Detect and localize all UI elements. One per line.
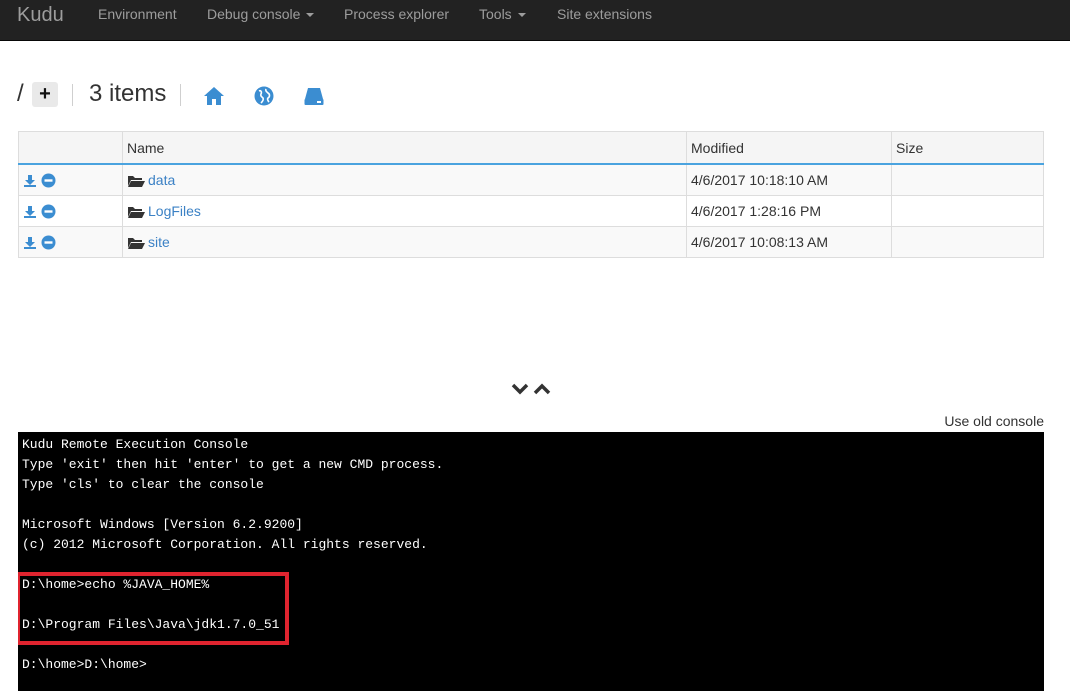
size-cell: [891, 226, 1044, 258]
caret-down-icon: [517, 13, 526, 18]
chevron-down-icon[interactable]: [511, 381, 529, 397]
folder-open-icon: [128, 176, 145, 188]
add-button[interactable]: +: [32, 82, 58, 107]
nav-site-extensions-label: Site extensions: [557, 6, 652, 22]
folder-link[interactable]: data: [148, 172, 175, 188]
folder-open-icon: [128, 238, 145, 250]
drive-icon[interactable]: [303, 85, 325, 107]
download-icon[interactable]: [23, 174, 37, 188]
row-actions: [18, 195, 123, 227]
folder-open-icon: [128, 207, 145, 219]
caret-down-icon: [306, 13, 315, 18]
modified-cell: 4/6/2017 10:08:13 AM: [686, 226, 892, 258]
console-line: Kudu Remote Execution Console: [22, 437, 249, 452]
nav-environment-label: Environment: [98, 6, 177, 22]
modified-cell: 4/6/2017 1:28:16 PM: [686, 195, 892, 227]
nav-tools[interactable]: Tools: [479, 0, 526, 29]
console-prompt-line[interactable]: D:\home>D:\home>: [22, 655, 147, 675]
top-navbar: Kudu Environment Debug console Process e…: [0, 0, 1070, 41]
file-name-cell: LogFiles: [122, 195, 687, 227]
folder-link[interactable]: site: [148, 234, 170, 250]
delete-icon[interactable]: [41, 235, 56, 250]
kudu-logo[interactable]: Kudu: [17, 1, 64, 29]
nav-process-explorer[interactable]: Process explorer: [344, 0, 449, 29]
table-row: LogFiles 4/6/2017 1:28:16 PM: [18, 195, 1044, 227]
console-line: Microsoft Windows [Version 6.2.9200]: [22, 517, 303, 532]
file-table: Name Modified Size data 4/6/2017 10:18:1…: [18, 131, 1044, 258]
size-cell: [891, 163, 1044, 196]
row-actions: [18, 163, 123, 196]
delete-icon[interactable]: [41, 173, 56, 188]
chevron-up-icon[interactable]: [533, 381, 551, 397]
nav-debug-console[interactable]: Debug console: [207, 0, 315, 29]
download-icon[interactable]: [23, 236, 37, 250]
nav-site-extensions[interactable]: Site extensions: [557, 0, 652, 29]
delete-icon[interactable]: [41, 204, 56, 219]
table-row: site 4/6/2017 10:08:13 AM: [18, 226, 1044, 258]
nav-environment[interactable]: Environment: [98, 0, 177, 29]
console-line: Type 'exit' then hit 'enter' to get a ne…: [22, 457, 444, 472]
nav-process-explorer-label: Process explorer: [344, 6, 450, 22]
console-line: (c) 2012 Microsoft Corporation. All righ…: [22, 537, 428, 552]
size-cell: [891, 195, 1044, 227]
name-column-header[interactable]: Name: [122, 131, 687, 165]
row-actions: [18, 226, 123, 258]
table-row: data 4/6/2017 10:18:10 AM: [18, 163, 1044, 196]
modified-column-header[interactable]: Modified: [686, 131, 892, 165]
path-root[interactable]: /: [17, 80, 24, 108]
divider: [180, 84, 181, 106]
folder-link[interactable]: LogFiles: [148, 203, 201, 219]
file-name-cell: data: [122, 163, 687, 196]
console-output[interactable]: Kudu Remote Execution Console Type 'exit…: [18, 432, 1044, 691]
home-icon[interactable]: [203, 85, 225, 107]
divider: [72, 84, 73, 106]
file-name-cell: site: [122, 226, 687, 258]
brand-label: Kudu: [17, 4, 64, 26]
size-column-header[interactable]: Size: [891, 131, 1044, 165]
console-line: Type 'cls' to clear the console: [22, 477, 264, 492]
items-count: 3 items: [89, 80, 167, 107]
nav-tools-label: Tools: [479, 6, 512, 22]
modified-cell: 4/6/2017 10:18:10 AM: [686, 163, 892, 196]
table-header-row: Name Modified Size: [18, 131, 1044, 165]
use-old-console-link[interactable]: Use old console: [944, 413, 1044, 429]
download-icon[interactable]: [23, 205, 37, 219]
nav-debug-console-label: Debug console: [207, 6, 301, 22]
highlight-annotation: [18, 572, 289, 645]
actions-column-header: [18, 131, 123, 165]
globe-icon[interactable]: [253, 85, 275, 107]
